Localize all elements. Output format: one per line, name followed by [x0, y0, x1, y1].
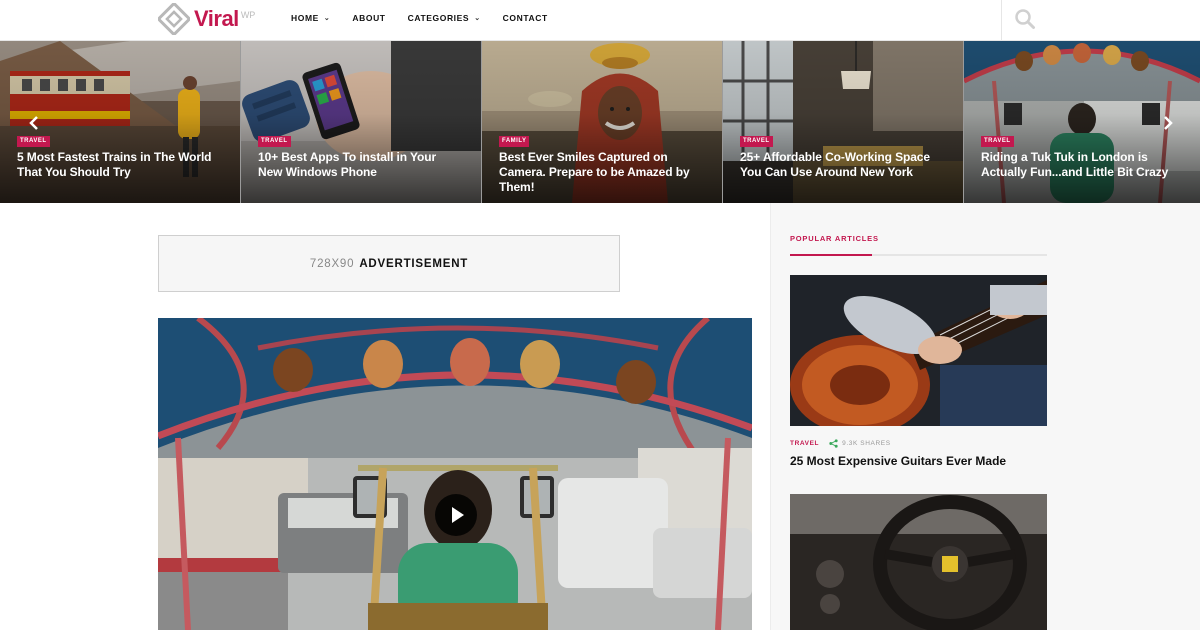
ad-size: 728X90 — [309, 257, 355, 270]
chevron-left-icon — [29, 116, 38, 130]
logo-mark-icon — [156, 1, 192, 37]
article-thumbnail[interactable] — [790, 494, 1047, 630]
article-category[interactable]: TRAVEL — [790, 440, 819, 447]
main-content: 728X90 ADVERTISEMENT — [0, 203, 770, 630]
article-meta: TRAVEL 9.3K SHARES — [790, 439, 891, 448]
category-badge[interactable]: TRAVEL — [981, 136, 1014, 147]
featured-video-image — [158, 318, 752, 630]
featured-slider: TRAVEL 5 Most Fastest Trains in The Worl… — [0, 41, 1200, 203]
chevron-down-icon: ⌄ — [323, 15, 331, 22]
nav-item-label: ABOUT — [352, 13, 386, 23]
nav-item-label: HOME — [291, 13, 319, 23]
category-badge[interactable]: TRAVEL — [740, 136, 773, 147]
share-count: 9.3K SHARES — [842, 440, 891, 447]
nav-item-about[interactable]: ABOUT — [352, 13, 385, 23]
search-button[interactable] — [1014, 8, 1036, 30]
guitar-image — [790, 275, 1047, 426]
site-header: Viral WP HOME ⌄ ABOUT CATEGORIES ⌄ CONTA… — [0, 0, 1200, 41]
slide-card[interactable]: TRAVEL 25+ Affordable Co-Working Space Y… — [723, 41, 963, 203]
steering-wheel-image — [790, 494, 1047, 630]
nav-item-label: CATEGORIES — [407, 13, 470, 23]
sidebar: POPULAR ARTICLES TRAVEL 9.3K SHARES 25 M… — [770, 203, 1200, 630]
slider-next-button[interactable] — [1160, 114, 1176, 132]
category-badge[interactable]: TRAVEL — [17, 136, 50, 147]
main-nav: HOME ⌄ ABOUT CATEGORIES ⌄ CONTACT — [291, 0, 570, 36]
slide-title[interactable]: 5 Most Fastest Trains in The World That … — [17, 150, 222, 180]
search-icon — [1015, 9, 1035, 29]
share-icon — [829, 439, 838, 448]
sidebar-heading-accent — [790, 254, 872, 256]
slide-title[interactable]: Riding a Tuk Tuk in London is Actually F… — [981, 150, 1186, 180]
slider-prev-button[interactable] — [26, 114, 42, 132]
nav-item-label: CONTACT — [502, 13, 548, 23]
nav-item-contact[interactable]: CONTACT — [503, 13, 548, 23]
logo-suffix: WP — [240, 10, 256, 20]
category-badge[interactable]: TRAVEL — [258, 136, 291, 147]
slide-title[interactable]: 10+ Best Apps To install in Your New Win… — [258, 150, 463, 180]
nav-item-home[interactable]: HOME ⌄ — [291, 13, 330, 23]
category-badge[interactable]: FAMILY — [499, 136, 530, 147]
nav-item-categories[interactable]: CATEGORIES ⌄ — [408, 13, 481, 23]
sidebar-heading: POPULAR ARTICLES — [790, 234, 879, 243]
featured-video[interactable] — [158, 318, 752, 630]
logo-text: Viral — [194, 6, 239, 31]
ad-label: ADVERTISEMENT — [359, 257, 469, 270]
slide-title[interactable]: Best Ever Smiles Captured on Camera. Pre… — [499, 150, 704, 195]
chevron-down-icon: ⌄ — [474, 15, 481, 22]
article-title[interactable]: 25 Most Expensive Guitars Ever Made — [790, 454, 1050, 468]
slide-card[interactable]: FAMILY Best Ever Smiles Captured on Came… — [482, 41, 722, 203]
article-thumbnail[interactable] — [790, 275, 1047, 426]
site-logo[interactable]: Viral WP — [156, 1, 256, 37]
play-button[interactable] — [435, 494, 477, 536]
chevron-right-icon — [1164, 116, 1173, 130]
slide-title[interactable]: 25+ Affordable Co-Working Space You Can … — [740, 150, 945, 180]
slide-card[interactable]: TRAVEL 10+ Best Apps To install in Your … — [241, 41, 481, 203]
search-area — [1001, 0, 1200, 41]
advertisement-banner[interactable]: 728X90 ADVERTISEMENT — [158, 235, 620, 292]
